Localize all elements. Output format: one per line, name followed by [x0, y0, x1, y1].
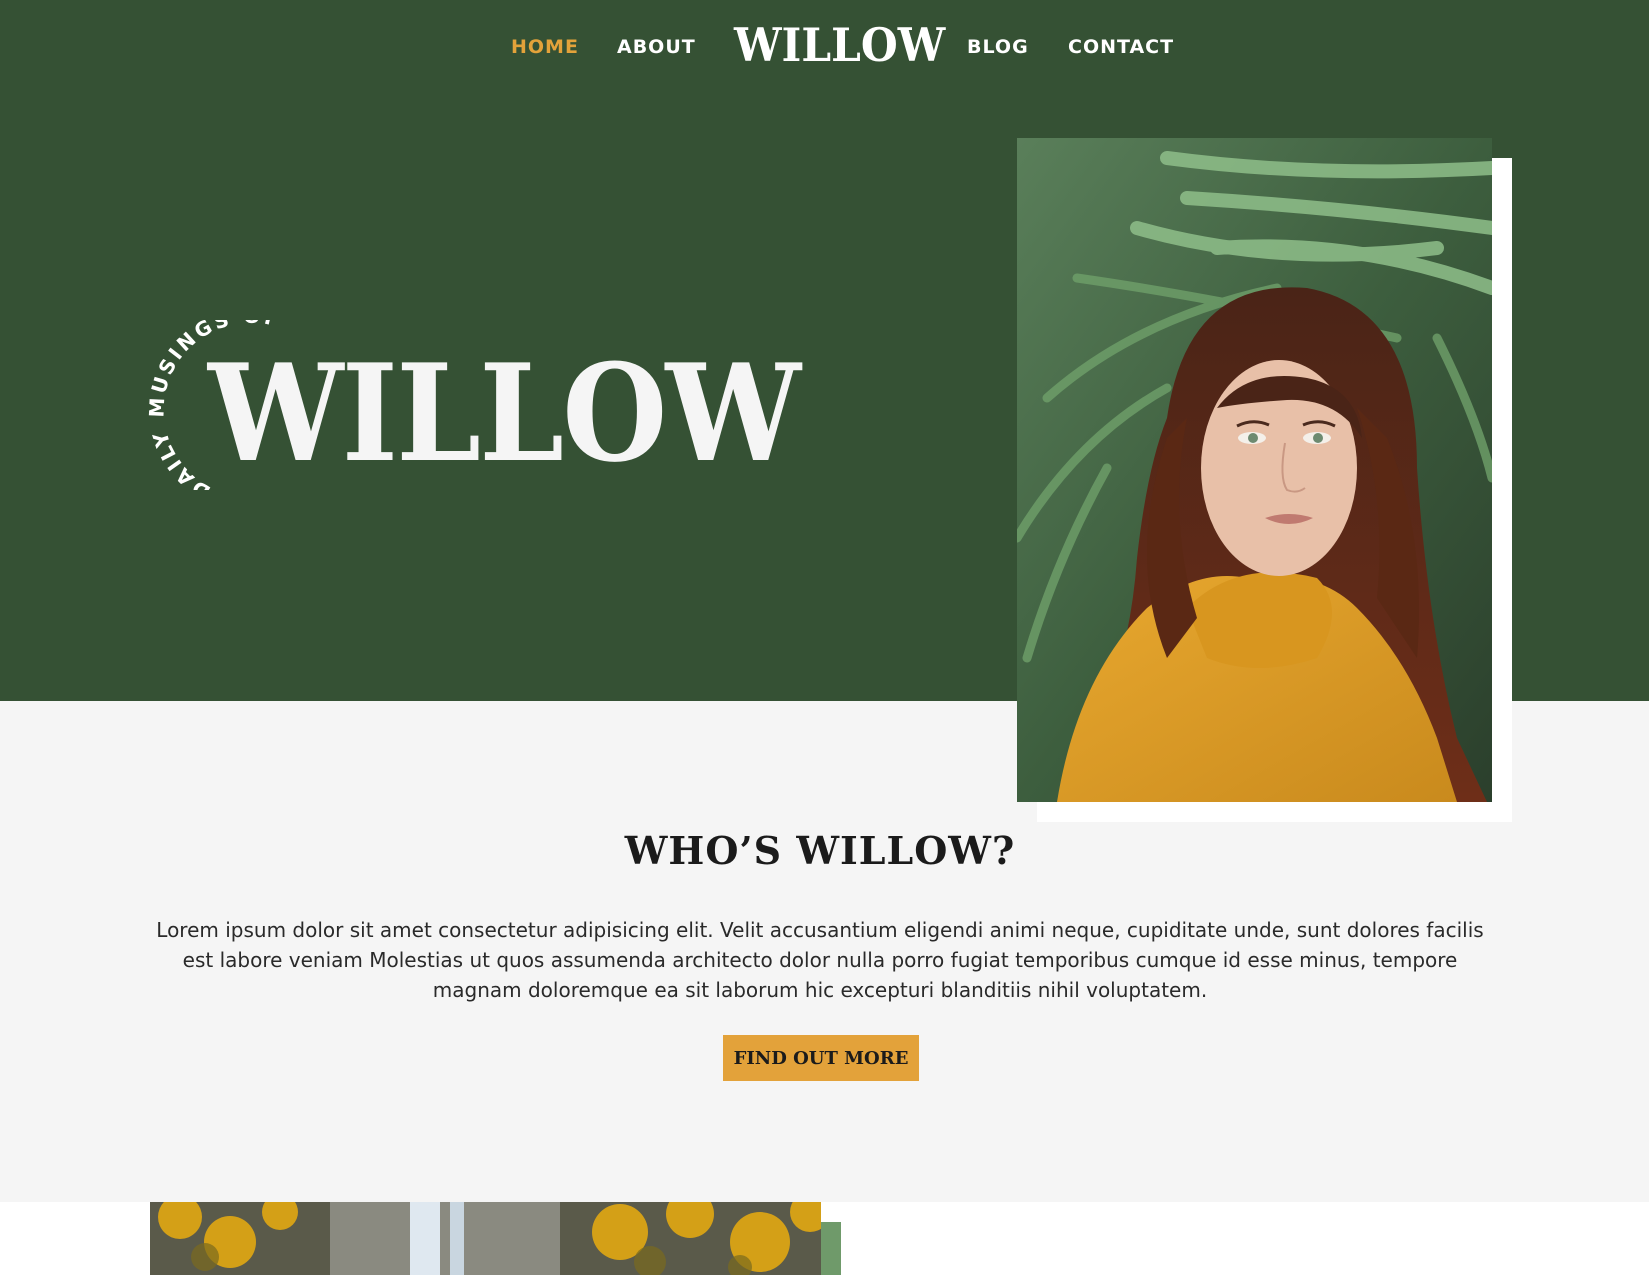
nav-blog[interactable]: BLOG	[967, 36, 1029, 58]
about-text: Lorem ipsum dolor sit amet consectetur a…	[156, 918, 1484, 1002]
hero-portrait-image	[1017, 138, 1492, 802]
nav-contact[interactable]: CONTACT	[1068, 36, 1174, 58]
waterfall-image	[150, 1202, 821, 1275]
find-out-more-button[interactable]: FIND OUT MORE	[723, 1035, 919, 1081]
site-logo[interactable]: WILLOW	[734, 18, 945, 72]
nav-about[interactable]: ABOUT	[617, 36, 696, 58]
hero-title: WILLOW	[208, 334, 801, 492]
bottom-accent-block	[821, 1222, 841, 1275]
nav-home[interactable]: HOME	[511, 36, 579, 58]
main-nav: HOME ABOUT WILLOW BLOG CONTACT	[0, 0, 1649, 95]
about-title: WHO’S WILLOW?	[624, 828, 1016, 873]
